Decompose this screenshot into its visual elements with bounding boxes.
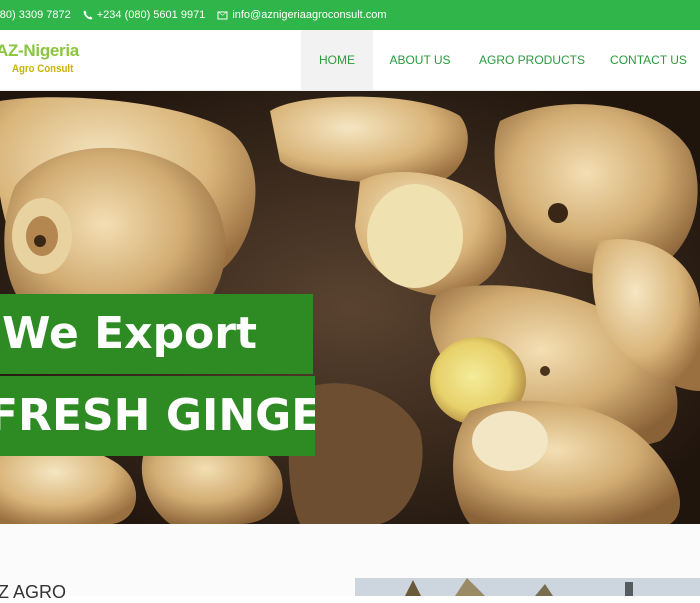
- main-nav: HOME ABOUT US AGRO PRODUCTS CONTACT US: [301, 30, 700, 90]
- nav-home[interactable]: HOME: [301, 30, 373, 90]
- email-contact[interactable]: info@aznigeriaagroconsult.com: [217, 9, 387, 21]
- nav-contact-us[interactable]: CONTACT US: [597, 30, 700, 90]
- hero-line-1-text: We Export: [2, 308, 258, 359]
- nav-agro-products[interactable]: AGRO PRODUCTS: [467, 30, 597, 90]
- site-logo[interactable]: AZ-Nigeria Agro Consult: [0, 41, 82, 81]
- phone-2-text[interactable]: +234 (080) 5601 9971: [97, 9, 206, 21]
- hero-line-2-text: FRESH GINGER: [0, 390, 315, 441]
- envelope-icon: [217, 11, 228, 19]
- hero-line-1: We Export: [0, 294, 313, 374]
- nav-about-us[interactable]: ABOUT US: [373, 30, 467, 90]
- nav-agro-products-label: AGRO PRODUCTS: [478, 53, 585, 67]
- site-header: AZ-Nigeria Agro Consult HOME ABOUT US AG…: [0, 30, 700, 91]
- nav-about-us-label: ABOUT US: [389, 53, 451, 67]
- logo-line-2: Agro Consult: [12, 63, 74, 75]
- nav-home-label: HOME: [319, 53, 355, 67]
- nav-contact-us-label: CONTACT US: [610, 53, 687, 67]
- phone-icon: [83, 10, 93, 20]
- top-contact-bar: (080) 3309 7872 +234 (080) 5601 9971 inf…: [0, 0, 700, 30]
- logo-line-1: AZ-Nigeria: [0, 41, 79, 60]
- section-photo: [355, 578, 700, 596]
- email-text[interactable]: info@aznigeriaagroconsult.com: [232, 9, 386, 21]
- hero-slider[interactable]: We Export FRESH GINGER: [0, 91, 700, 524]
- hero-line-2: FRESH GINGER: [0, 376, 315, 456]
- intro-section: AZ AGRO: [0, 524, 700, 602]
- phone-1[interactable]: (080) 3309 7872: [0, 9, 71, 21]
- phone-2[interactable]: +234 (080) 5601 9971: [83, 9, 206, 21]
- section-heading: AZ AGRO: [0, 582, 67, 602]
- phone-1-text[interactable]: (080) 3309 7872: [0, 9, 71, 21]
